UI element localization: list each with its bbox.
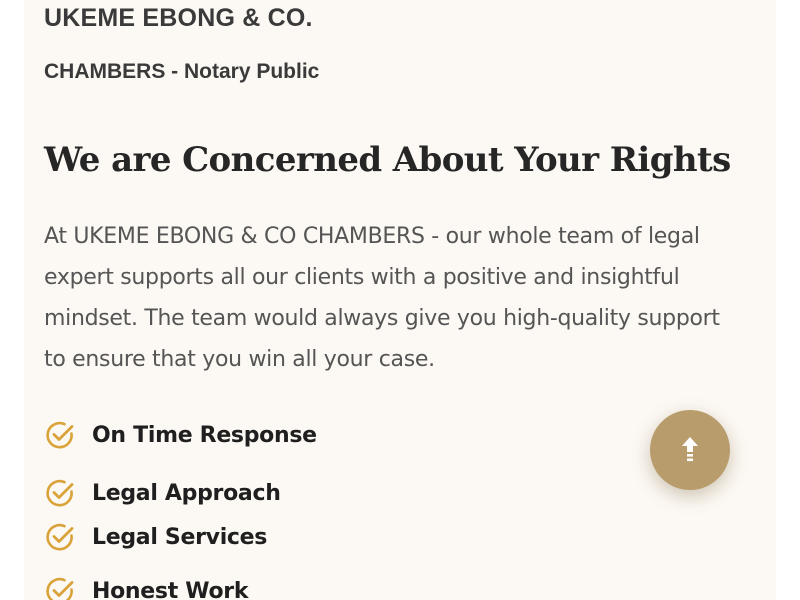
feature-label: Honest Work — [92, 578, 249, 600]
scroll-to-top-button[interactable] — [650, 410, 730, 490]
check-circle-icon — [44, 419, 76, 451]
intro-paragraph: At UKEME EBONG & CO CHAMBERS - our whole… — [44, 224, 720, 372]
firm-name: UKEME EBONG & CO. — [44, 4, 313, 32]
feature-item: On Time Response — [44, 419, 317, 451]
feature-item: Legal Services — [44, 521, 267, 553]
firm-subtitle: CHAMBERS - Notary Public — [44, 60, 320, 83]
check-circle-icon — [44, 477, 76, 509]
check-circle-icon — [44, 521, 76, 553]
feature-label: Legal Services — [92, 524, 268, 550]
arrow-up-icon — [679, 435, 701, 466]
content-card: UKEME EBONG & CO. CHAMBERS - Notary Publ… — [24, 0, 776, 600]
feature-label: Legal Approach — [92, 480, 281, 506]
feature-item: Honest Work — [44, 575, 248, 600]
feature-item: Legal Approach — [44, 477, 281, 509]
feature-label: On Time Response — [92, 422, 317, 448]
section-headline: We are Concerned About Your Rights — [44, 140, 731, 180]
check-circle-icon — [44, 575, 76, 600]
